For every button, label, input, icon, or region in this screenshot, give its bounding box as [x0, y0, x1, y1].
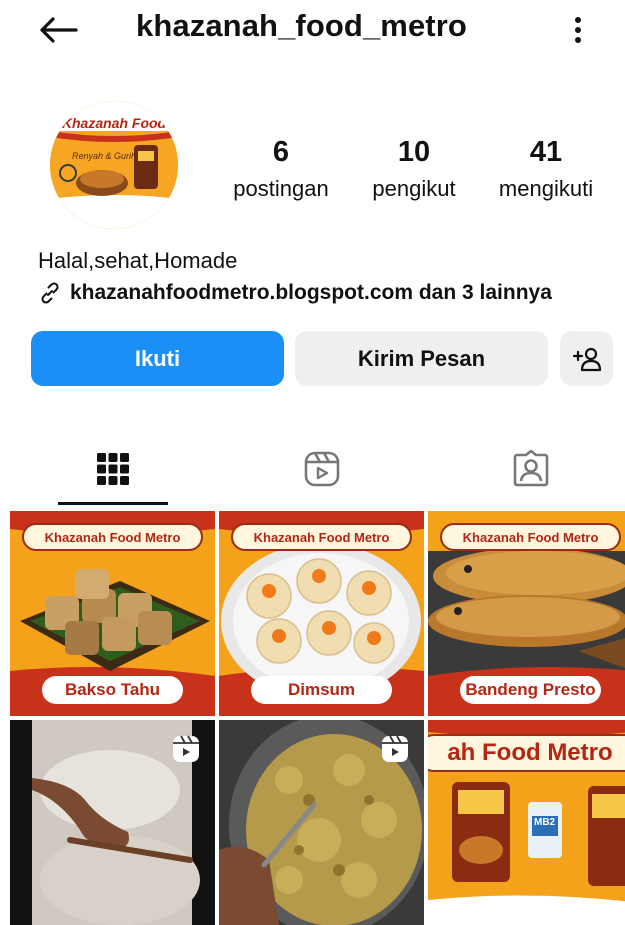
- link-icon: [41, 282, 59, 304]
- tab-posts-grid[interactable]: [58, 436, 168, 502]
- more-vertical-icon: [575, 17, 581, 43]
- posts-grid: Khazanah Food Metro Bakso Tahu Khazanah …: [10, 511, 625, 925]
- more-options-button[interactable]: [560, 10, 596, 50]
- stat-followers[interactable]: 10 pengikut: [362, 136, 466, 204]
- top-bar: khazanah_food_metro: [0, 0, 625, 60]
- profile-link[interactable]: khazanahfoodmetro.blogspot.com dan 3 lai…: [38, 281, 552, 305]
- avatar-brand-text: Khazanah Food: [61, 115, 167, 131]
- arrow-left-icon: [40, 17, 78, 43]
- post-thumbnail[interactable]: [219, 720, 424, 925]
- reel-badge: [380, 734, 410, 764]
- post-caption: Bandeng Presto: [460, 676, 601, 704]
- profile-avatar[interactable]: Khazanah Food Renyah & Gurih: [50, 101, 178, 229]
- stat-posts[interactable]: 6 postingan: [226, 136, 336, 204]
- avatar-tagline: Renyah & Gurih: [72, 151, 137, 161]
- post-thumbnail[interactable]: Khazanah Food Metro Dimsum: [219, 511, 424, 716]
- active-tab-indicator: [58, 502, 168, 505]
- follow-button[interactable]: Ikuti: [31, 331, 284, 386]
- grid-icon: [97, 453, 129, 485]
- profile-link-text: khazanahfoodmetro.blogspot.com dan 3 lai…: [70, 281, 552, 304]
- stat-followers-label: pengikut: [372, 176, 456, 201]
- tab-reels[interactable]: [267, 436, 377, 502]
- stat-following-label: mengikuti: [498, 176, 594, 201]
- post-thumbnail[interactable]: Khazanah Food Metro Bakso Tahu: [10, 511, 215, 716]
- stat-following-value: 41: [529, 136, 563, 168]
- suggest-user-button[interactable]: [560, 331, 613, 386]
- stat-posts-value: 6: [272, 136, 290, 168]
- profile-username: khazanah_food_metro: [136, 8, 467, 43]
- profile-bio: Halal,sehat,Homade: [38, 248, 238, 273]
- product-badge: MB2: [534, 817, 556, 828]
- post-thumbnail[interactable]: [10, 720, 215, 925]
- post-thumbnail[interactable]: ah Food Metro MB2: [428, 720, 625, 925]
- post-banner: Khazanah Food Metro: [22, 523, 203, 551]
- reels-icon: [382, 735, 408, 762]
- post-banner: Khazanah Food Metro: [231, 523, 412, 551]
- post-caption: Dimsum: [251, 676, 392, 704]
- post-banner: Khazanah Food Metro: [440, 523, 621, 551]
- stat-posts-label: postingan: [233, 176, 329, 201]
- tagged-icon: [513, 450, 549, 487]
- reel-badge: [171, 734, 201, 764]
- post-banner: ah Food Metro: [428, 734, 625, 772]
- reels-icon: [304, 451, 340, 487]
- message-button[interactable]: Kirim Pesan: [295, 331, 548, 386]
- tab-tagged[interactable]: [476, 436, 586, 502]
- stat-followers-value: 10: [397, 136, 431, 168]
- post-thumbnail[interactable]: Khazanah Food Metro Bandeng Presto: [428, 511, 625, 716]
- stat-following[interactable]: 41 mengikuti: [488, 136, 604, 204]
- back-button[interactable]: [36, 10, 80, 50]
- profile-tabs: [0, 436, 625, 506]
- reels-icon: [173, 735, 199, 762]
- post-caption: Bakso Tahu: [42, 676, 183, 704]
- add-person-icon: [572, 347, 601, 371]
